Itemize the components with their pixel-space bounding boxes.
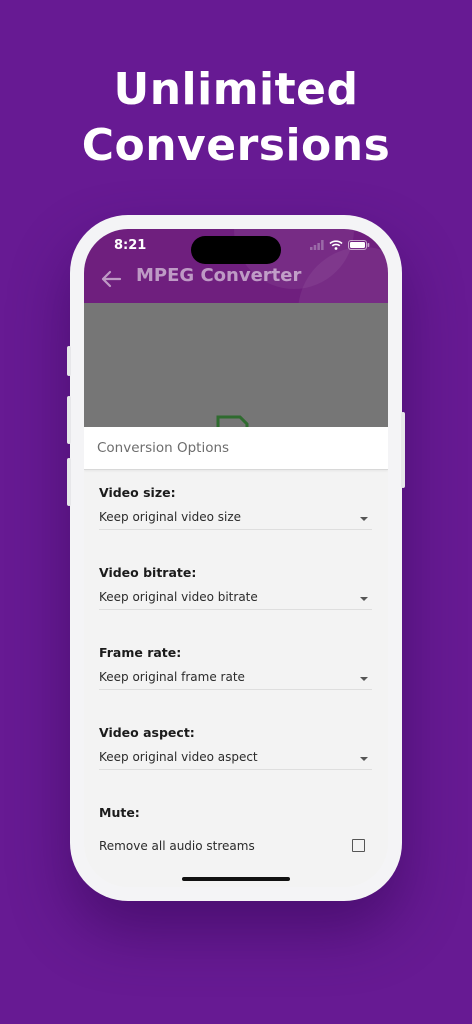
video-size-label: Video size: [99,485,176,500]
frame-rate-select[interactable]: Keep original frame rate [99,667,372,690]
phone-volume-down [67,458,71,506]
sheet-header: Conversion Options [84,427,388,470]
headline-line-2: Conversions [81,120,391,171]
chevron-down-icon [360,677,368,681]
signal-icon [310,240,324,250]
dimmed-content [84,303,388,429]
sheet-title: Conversion Options [97,440,230,456]
app-bar: 8:21 MPEG Converter [84,229,388,303]
chevron-down-icon [360,757,368,761]
chevron-down-icon [360,517,368,521]
phone-screen: 8:21 MPEG Converter Conversion Options V… [84,229,388,887]
video-bitrate-select[interactable]: Keep original video bitrate [99,587,372,610]
phone-volume-up [67,396,71,444]
remove-audio-label[interactable]: Remove all audio streams [99,839,255,853]
frame-rate-label: Frame rate: [99,645,182,660]
chevron-down-icon [360,597,368,601]
video-aspect-select[interactable]: Keep original video aspect [99,747,372,770]
video-aspect-value: Keep original video aspect [99,750,258,764]
video-size-select[interactable]: Keep original video size [99,507,372,530]
frame-rate-value: Keep original frame rate [99,670,245,684]
status-time: 8:21 [114,238,147,253]
status-icons [310,240,370,250]
app-title: MPEG Converter [136,265,302,286]
video-size-value: Keep original video size [99,510,241,524]
promo-headline: Unlimited Conversions [0,62,472,174]
video-bitrate-value: Keep original video bitrate [99,590,258,604]
phone-power-button [401,412,405,488]
dynamic-island [191,236,281,264]
conversion-options-sheet: Conversion Options Video size: Keep orig… [84,427,388,887]
video-aspect-label: Video aspect: [99,725,195,740]
wifi-icon [329,240,343,250]
mute-label: Mute: [99,805,140,820]
home-indicator [182,877,290,881]
video-bitrate-label: Video bitrate: [99,565,197,580]
battery-icon [348,240,370,250]
phone-silent-switch [67,346,71,376]
remove-audio-checkbox[interactable] [352,839,365,852]
back-arrow-icon[interactable] [100,269,122,289]
headline-line-1: Unlimited [113,64,359,115]
